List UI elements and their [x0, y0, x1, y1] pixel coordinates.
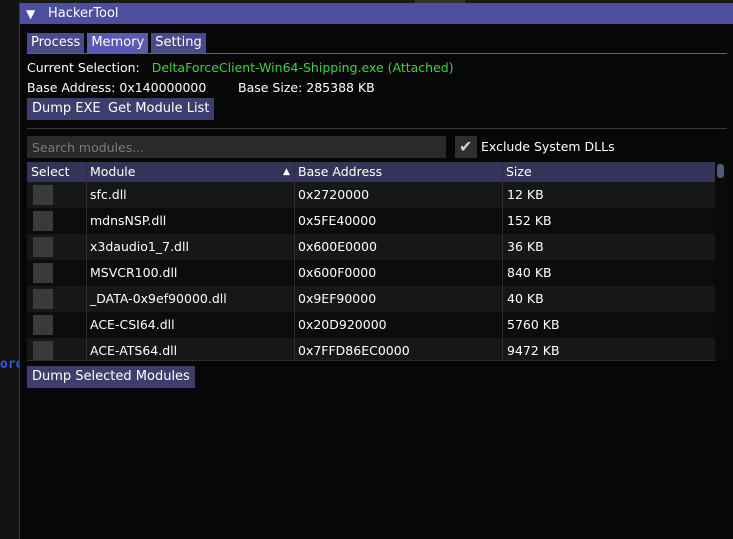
base-address-cell: 0x5FE40000 [298, 213, 377, 228]
checkmark-icon: ✔ [459, 137, 473, 156]
table-row[interactable]: MSVCR100.dll 0x600F0000 840 KB [27, 260, 715, 286]
row-select-checkbox[interactable] [33, 263, 53, 283]
column-header-size[interactable]: Size [502, 162, 715, 182]
row-select-checkbox[interactable] [33, 315, 53, 335]
get-module-list-button[interactable]: Get Module List [103, 98, 215, 120]
size-cell: 152 KB [507, 213, 552, 228]
row-select-checkbox[interactable] [33, 237, 53, 257]
search-input[interactable] [27, 136, 446, 158]
size-cell: 5760 KB [507, 317, 560, 332]
size-cell: 36 KB [507, 239, 544, 254]
exclude-system-dlls-checkbox[interactable]: ✔ [455, 136, 477, 158]
scrollbar-thumb[interactable] [717, 164, 724, 178]
column-header-module-label: Module [90, 164, 136, 179]
window-titlebar[interactable]: ▼ HackerTool [20, 3, 733, 24]
search-modules-field[interactable] [27, 136, 446, 158]
column-header-select[interactable]: Select [27, 162, 86, 182]
base-address-cell: 0x9EF90000 [298, 291, 377, 306]
base-size-text: Base Size: 285388 KB [238, 80, 375, 95]
window-title: HackerTool [48, 6, 119, 21]
table-scrollbar[interactable] [715, 162, 727, 361]
table-row[interactable]: mdnsNSP.dll 0x5FE40000 152 KB [27, 208, 715, 234]
table-row[interactable]: sfc.dll 0x2720000 12 KB [27, 182, 715, 208]
base-address-cell: 0x600E0000 [298, 239, 377, 254]
tab-process[interactable]: Process [27, 33, 85, 53]
background-left-strip: ore [0, 0, 23, 539]
module-name-cell: ACE-ATS64.dll [90, 343, 178, 358]
column-header-module[interactable]: Module ▲ [86, 162, 294, 182]
base-address-cell: 0x2720000 [298, 187, 370, 202]
module-name-cell: MSVCR100.dll [90, 265, 178, 280]
current-selection-line: Current Selection: DeltaForceClient-Win6… [27, 60, 454, 75]
exclude-system-dlls-label[interactable]: Exclude System DLLs [481, 139, 615, 154]
base-address-cell: 0x7FFD86EC0000 [298, 343, 410, 358]
current-selection-value: DeltaForceClient-Win64-Shipping.exe (Att… [151, 60, 454, 75]
size-cell: 9472 KB [507, 343, 560, 358]
size-cell: 40 KB [507, 291, 544, 306]
column-header-base-address[interactable]: Base Address [294, 162, 502, 182]
base-address-cell: 0x20D920000 [298, 317, 387, 332]
module-name-cell: x3daudio1_7.dll [90, 239, 189, 254]
table-row[interactable]: ACE-CSI64.dll 0x20D920000 5760 KB [27, 312, 715, 338]
module-table: Select Module ▲ Base Address Size sfc.dl… [27, 162, 727, 361]
module-name-cell: _DATA-0x9ef90000.dll [90, 291, 227, 306]
size-cell: 840 KB [507, 265, 552, 280]
tab-bar: Process Memory Setting [27, 33, 209, 53]
row-select-checkbox[interactable] [33, 185, 53, 205]
row-select-checkbox[interactable] [33, 289, 53, 309]
tab-setting[interactable]: Setting [151, 33, 206, 53]
dump-exe-button[interactable]: Dump EXE [27, 98, 106, 120]
table-header: Select Module ▲ Base Address Size [27, 162, 715, 182]
size-cell: 12 KB [507, 187, 544, 202]
hackertool-window: ▼ HackerTool Process Memory Setting Curr… [19, 3, 733, 539]
row-select-checkbox[interactable] [33, 341, 53, 361]
module-name-cell: ACE-CSI64.dll [90, 317, 175, 332]
table-row[interactable]: x3daudio1_7.dll 0x600E0000 36 KB [27, 234, 715, 260]
separator [27, 128, 727, 129]
table-row[interactable]: ACE-ATS64.dll 0x7FFD86EC0000 9472 KB [27, 338, 715, 361]
base-address-cell: 0x600F0000 [298, 265, 377, 280]
table-row[interactable]: _DATA-0x9ef90000.dll 0x9EF90000 40 KB [27, 286, 715, 312]
module-name-cell: sfc.dll [90, 187, 127, 202]
module-name-cell: mdnsNSP.dll [90, 213, 167, 228]
base-address-text: Base Address: 0x140000000 [27, 80, 207, 95]
sort-ascending-icon[interactable]: ▲ [283, 162, 290, 182]
tab-memory[interactable]: Memory [87, 33, 149, 53]
collapse-triangle-icon[interactable]: ▼ [26, 7, 40, 21]
current-selection-label: Current Selection: [27, 60, 140, 75]
row-select-checkbox[interactable] [33, 211, 53, 231]
tab-underline [27, 53, 727, 54]
dump-selected-modules-button[interactable]: Dump Selected Modules [27, 366, 195, 388]
